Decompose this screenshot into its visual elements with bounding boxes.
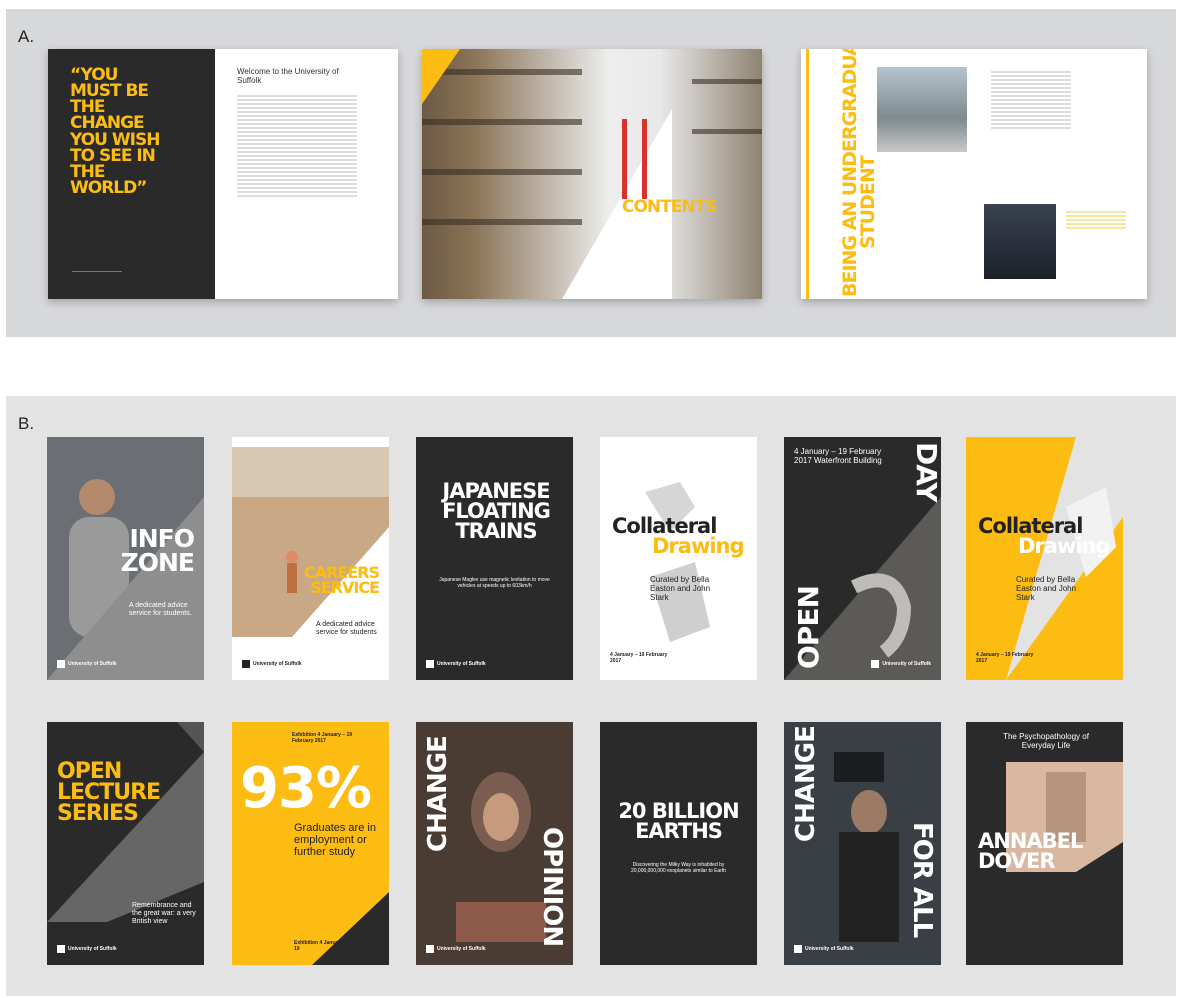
contents-title: CONTENTS <box>622 197 717 217</box>
university-logo-icon <box>426 945 434 953</box>
university-logo: University of Suffolk <box>426 945 486 953</box>
poster-subtitle: A dedicated advice service for students <box>316 621 377 636</box>
accent-bar <box>806 49 809 299</box>
logo-text: University of Suffolk <box>437 946 486 952</box>
poster-careers-service: CAREERS SERVICE A dedicated advice servi… <box>232 437 389 680</box>
welcome-page: Welcome to the University of Suffolk <box>215 49 398 299</box>
poster-vertical-for-all: FOR ALL <box>907 822 937 938</box>
student-photo-camera <box>984 204 1056 279</box>
poster-title: INFO ZONE <box>120 526 195 577</box>
poster-title: OPEN LECTURE SERIES <box>57 759 161 826</box>
student-spread: BEING AN UNDERGRADUATE STUDENT <box>801 49 1147 299</box>
brochure-student: BEING AN UNDERGRADUATE STUDENT <box>801 49 1147 299</box>
vertical-title-student: STUDENT <box>857 156 879 249</box>
quote-text: “YOU MUST BE THE CHANGE YOU WISH TO SEE … <box>70 65 160 198</box>
logo-text: University of Suffolk <box>437 661 486 667</box>
logo-text: University of Suffolk <box>68 946 117 952</box>
vertical-title-yellow: ADUATE <box>839 49 861 99</box>
poster-title: 20 BILLION EARTHS <box>618 799 739 843</box>
poster-top-text: The Psychopathology of Everyday Life <box>1003 732 1089 750</box>
brochure-contents: CONTENTS <box>422 49 762 299</box>
logo-text: University of Suffolk <box>805 946 854 952</box>
poster-big-number: 93% <box>240 756 372 821</box>
poster-title: Collateral Drawing <box>612 516 745 558</box>
university-logo: University of Suffolk <box>871 660 931 668</box>
poster-93-percent: Exhibition 4 January – 19 February 2017 … <box>232 722 389 965</box>
poster-title: ANNABEL DOVER <box>978 829 1083 873</box>
poster-title: CAREERS SERVICE <box>304 564 380 598</box>
panel-b: B. INFO ZONE A dedicated advice service … <box>6 396 1176 996</box>
divider <box>72 271 122 272</box>
university-logo-icon <box>426 660 434 668</box>
university-logo-icon <box>794 945 802 953</box>
library-photo: CONTENTS <box>422 49 762 299</box>
poster-bottom-text: Exhibition 4 January – 19 <box>294 940 348 952</box>
library-shelves-illustration <box>422 49 762 299</box>
brochure-welcome: “YOU MUST BE THE CHANGE YOU WISH TO SEE … <box>48 49 398 299</box>
poster-open-lecture-series: OPEN LECTURE SERIES Remembrance and the … <box>47 722 204 965</box>
poster-shape <box>966 437 1123 680</box>
poster-vertical-change: CHANGE <box>423 736 453 852</box>
poster-date: 4 January – 19 February 2017 <box>610 652 668 664</box>
poster-20-billion-earths: 20 BILLION EARTHS Discovering the Milky … <box>600 722 757 965</box>
poster-title-line2: ZONE <box>120 547 195 577</box>
poster-collateral-drawing-white: Collateral Drawing Curated by Bella East… <box>600 437 757 680</box>
university-logo: University of Suffolk <box>242 660 302 668</box>
poster-subtitle: Curated by Bella Easton and John Stark <box>1016 575 1077 602</box>
university-logo: University of Suffolk <box>57 945 117 953</box>
poster-date: 4 January – 19 February 2017 <box>976 652 1034 664</box>
poster-subtitle: A dedicated advice service for students. <box>129 602 192 617</box>
panel-a: A. “YOU MUST BE THE CHANGE YOU WISH TO S… <box>6 9 1176 337</box>
panel-a-label: A. <box>18 27 35 46</box>
poster-title: JAPANESE FLOATING TRAINS <box>442 479 551 543</box>
poster-subtitle: Remembrance and the great war: a very Br… <box>132 902 196 925</box>
logo-text: University of Suffolk <box>68 661 117 667</box>
university-logo-icon <box>871 660 880 668</box>
poster-open-day: 4 January – 19 February 2017 Waterfront … <box>784 437 941 680</box>
poster-info-zone: INFO ZONE A dedicated advice service for… <box>47 437 204 680</box>
university-logo: University of Suffolk <box>426 660 486 668</box>
poster-title-line2: Drawing <box>652 533 745 558</box>
university-logo: University of Suffolk <box>57 660 117 668</box>
logo-text: University of Suffolk <box>882 661 931 667</box>
welcome-title: Welcome to the University of Suffolk <box>237 67 339 85</box>
poster-subtitle: Discovering the Milky Way is inhabited b… <box>630 862 727 874</box>
student-photo-outdoor <box>877 67 967 152</box>
poster-collateral-drawing-yellow: Collateral Drawing Curated by Bella East… <box>966 437 1123 680</box>
poster-shape <box>232 447 389 637</box>
body-text-lines <box>237 93 357 199</box>
logo-text: University of Suffolk <box>253 661 302 667</box>
poster-change-for-all: CHANGE FOR ALL University of Suffolk <box>784 722 941 965</box>
poster-vertical-opinion: OPINION <box>537 827 567 947</box>
body-text-lines <box>991 69 1071 131</box>
highlight-text-lines <box>1066 209 1126 231</box>
university-logo-icon <box>242 660 250 668</box>
university-logo-icon <box>57 660 65 668</box>
poster-annabel-dover: The Psychopathology of Everyday Life ANN… <box>966 722 1123 965</box>
poster-subtitle: Japanese Maglev use magnetic levitation … <box>439 577 550 589</box>
poster-vertical-day: DAY <box>910 442 941 502</box>
poster-vertical-open: OPEN <box>792 586 825 669</box>
poster-subtitle: Graduates are in employment or further s… <box>294 822 376 858</box>
poster-vertical-change: CHANGE <box>791 726 821 842</box>
university-logo-icon <box>57 945 65 953</box>
panel-b-label: B. <box>18 414 35 433</box>
poster-date: 4 January – 19 February 2017 Waterfront … <box>794 447 882 465</box>
quote-page: “YOU MUST BE THE CHANGE YOU WISH TO SEE … <box>48 49 215 299</box>
poster-title: Collateral Drawing <box>978 516 1111 558</box>
poster-subtitle: Curated by Bella Easton and John Stark <box>650 575 711 602</box>
poster-japanese-floating-trains: JAPANESE FLOATING TRAINS Japanese Maglev… <box>416 437 573 680</box>
poster-top-text: Exhibition 4 January – 19 February 2017 <box>292 732 353 744</box>
poster-title-line2: SERVICE <box>310 578 380 598</box>
poster-shape <box>645 482 710 642</box>
poster-title-line2: Drawing <box>1018 533 1111 558</box>
poster-change-opinion: CHANGE OPINION University of Suffolk <box>416 722 573 965</box>
university-logo: University of Suffolk <box>794 945 854 953</box>
